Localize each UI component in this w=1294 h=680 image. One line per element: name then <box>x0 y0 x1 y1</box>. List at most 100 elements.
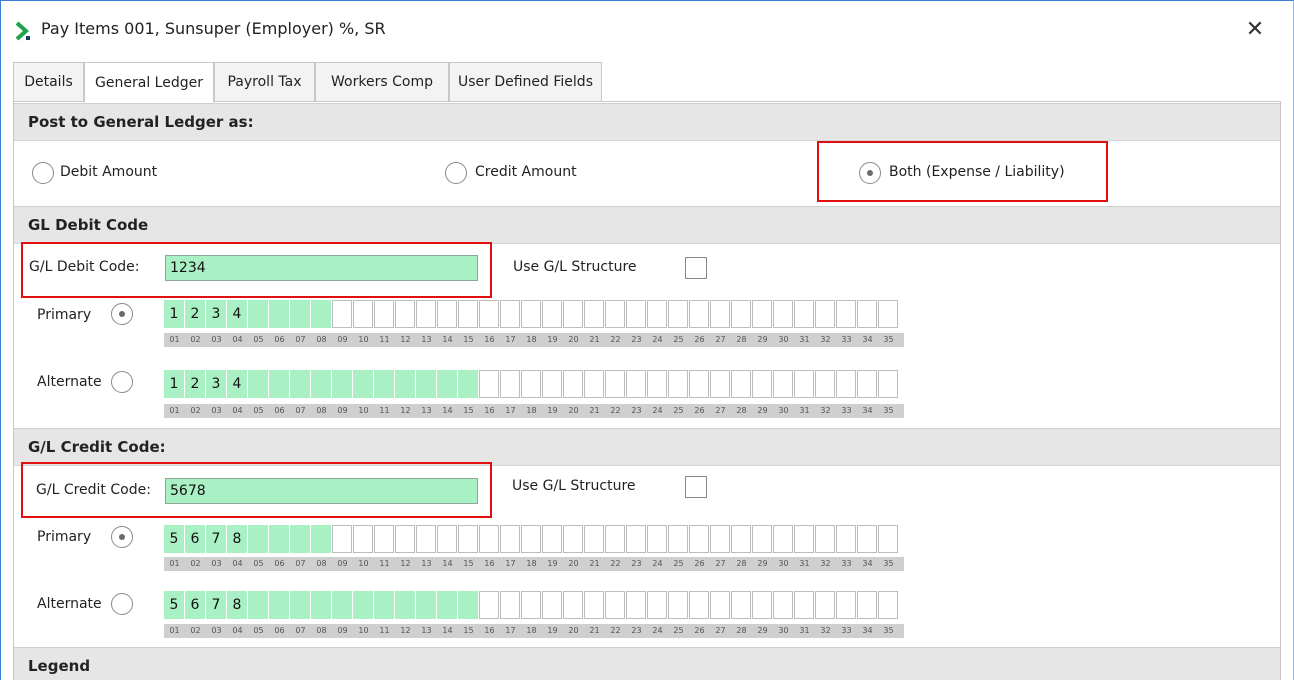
code-segment[interactable] <box>752 300 772 328</box>
code-segment[interactable]: 5 <box>164 591 184 619</box>
code-segment[interactable] <box>542 370 562 398</box>
close-icon[interactable]: ✕ <box>1246 17 1264 42</box>
credit-amount-radio[interactable] <box>445 162 467 184</box>
credit-code-input[interactable]: 5678 <box>165 478 478 504</box>
code-segment[interactable] <box>416 591 436 619</box>
code-segment[interactable] <box>584 300 604 328</box>
code-segment[interactable]: 3 <box>206 370 226 398</box>
code-segment[interactable] <box>563 591 583 619</box>
code-segment[interactable] <box>269 525 289 553</box>
code-segment[interactable] <box>857 300 877 328</box>
code-segment[interactable] <box>836 591 856 619</box>
code-segment[interactable] <box>878 300 898 328</box>
code-segment[interactable] <box>437 525 457 553</box>
code-segment[interactable] <box>500 370 520 398</box>
code-segment[interactable]: 5 <box>164 525 184 553</box>
code-segment[interactable] <box>437 300 457 328</box>
tab-payroll-tax[interactable]: Payroll Tax <box>214 62 315 102</box>
credit-primary-radio[interactable] <box>111 526 133 548</box>
code-segment[interactable] <box>794 370 814 398</box>
credit-use-structure-checkbox[interactable] <box>685 476 707 498</box>
code-segment[interactable] <box>836 300 856 328</box>
close-button[interactable]: ✕ <box>1239 15 1271 47</box>
code-segment[interactable] <box>248 370 268 398</box>
code-segment[interactable] <box>878 591 898 619</box>
tab-workers-comp[interactable]: Workers Comp <box>315 62 449 102</box>
code-segment[interactable] <box>647 591 667 619</box>
code-segment[interactable] <box>773 591 793 619</box>
debit-alternate-radio[interactable] <box>111 371 133 393</box>
code-segment[interactable] <box>374 300 394 328</box>
code-segment[interactable] <box>248 300 268 328</box>
code-segment[interactable] <box>311 370 331 398</box>
code-segment[interactable] <box>311 300 331 328</box>
code-segment[interactable] <box>710 300 730 328</box>
code-segment[interactable] <box>290 525 310 553</box>
code-segment[interactable] <box>269 591 289 619</box>
code-segment[interactable] <box>731 591 751 619</box>
code-segment[interactable] <box>626 591 646 619</box>
code-segment[interactable] <box>458 370 478 398</box>
code-segment[interactable] <box>542 525 562 553</box>
code-segment[interactable] <box>857 370 877 398</box>
code-segment[interactable] <box>374 370 394 398</box>
tab-general-ledger[interactable]: General Ledger <box>84 62 214 103</box>
code-segment[interactable] <box>605 370 625 398</box>
code-segment[interactable] <box>815 591 835 619</box>
code-segment[interactable] <box>773 525 793 553</box>
code-segment[interactable]: 4 <box>227 300 247 328</box>
code-segment[interactable] <box>416 300 436 328</box>
code-segment[interactable] <box>710 370 730 398</box>
code-segment[interactable] <box>668 300 688 328</box>
code-segment[interactable] <box>731 370 751 398</box>
code-segment[interactable] <box>605 591 625 619</box>
code-segment[interactable]: 2 <box>185 300 205 328</box>
code-segment[interactable] <box>647 300 667 328</box>
code-segment[interactable] <box>500 300 520 328</box>
debit-use-structure-checkbox[interactable] <box>685 257 707 279</box>
code-segment[interactable]: 6 <box>185 591 205 619</box>
code-segment[interactable] <box>857 525 877 553</box>
code-segment[interactable] <box>731 525 751 553</box>
code-segment[interactable] <box>710 525 730 553</box>
code-segment[interactable] <box>689 591 709 619</box>
code-segment[interactable] <box>815 300 835 328</box>
code-segment[interactable] <box>668 370 688 398</box>
code-segment[interactable] <box>395 300 415 328</box>
code-segment[interactable] <box>605 525 625 553</box>
code-segment[interactable]: 1 <box>164 370 184 398</box>
code-segment[interactable] <box>290 370 310 398</box>
code-segment[interactable]: 6 <box>185 525 205 553</box>
code-segment[interactable] <box>521 300 541 328</box>
code-segment[interactable] <box>290 591 310 619</box>
code-segment[interactable] <box>647 370 667 398</box>
code-segment[interactable] <box>521 370 541 398</box>
code-segment[interactable] <box>605 300 625 328</box>
code-segment[interactable] <box>878 370 898 398</box>
code-segment[interactable] <box>269 370 289 398</box>
debit-code-input[interactable]: 1234 <box>165 255 478 281</box>
code-segment[interactable] <box>752 591 772 619</box>
code-segment[interactable] <box>353 300 373 328</box>
code-segment[interactable] <box>689 525 709 553</box>
code-segment[interactable] <box>668 591 688 619</box>
code-segment[interactable] <box>500 525 520 553</box>
code-segment[interactable] <box>563 370 583 398</box>
tab-user-defined-fields[interactable]: User Defined Fields <box>449 62 602 102</box>
code-segment[interactable] <box>479 370 499 398</box>
code-segment[interactable] <box>542 591 562 619</box>
code-segment[interactable] <box>710 591 730 619</box>
code-segment[interactable] <box>857 591 877 619</box>
code-segment[interactable] <box>311 591 331 619</box>
code-segment[interactable] <box>479 525 499 553</box>
code-segment[interactable] <box>773 370 793 398</box>
code-segment[interactable] <box>647 525 667 553</box>
credit-alternate-radio[interactable] <box>111 593 133 615</box>
code-segment[interactable] <box>563 525 583 553</box>
code-segment[interactable] <box>416 525 436 553</box>
code-segment[interactable] <box>836 525 856 553</box>
code-segment[interactable] <box>626 525 646 553</box>
code-segment[interactable] <box>374 525 394 553</box>
code-segment[interactable] <box>626 370 646 398</box>
code-segment[interactable] <box>626 300 646 328</box>
